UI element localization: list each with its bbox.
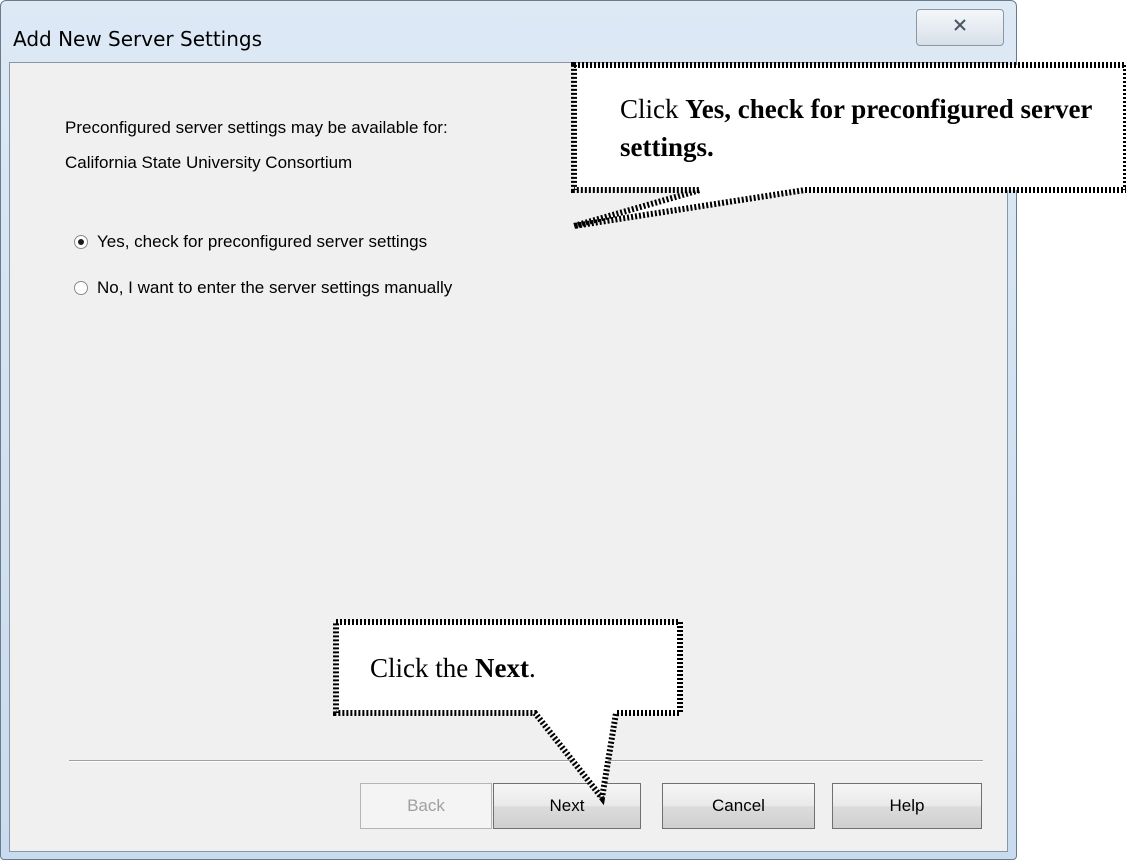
callout-top-text: Click Yes, check for preconfigured serve… (620, 90, 1120, 166)
callout-bottom-bold: Next (474, 653, 529, 683)
callout-top-prefix: Click (620, 94, 686, 124)
callout-bottom-prefix: Click the (370, 653, 475, 683)
callout-top-bold: Yes, check for preconfigured server sett… (620, 94, 1092, 162)
callout-bottom-suffix: . (528, 653, 536, 683)
callout-bottom-text: Click the Next. (370, 649, 536, 687)
